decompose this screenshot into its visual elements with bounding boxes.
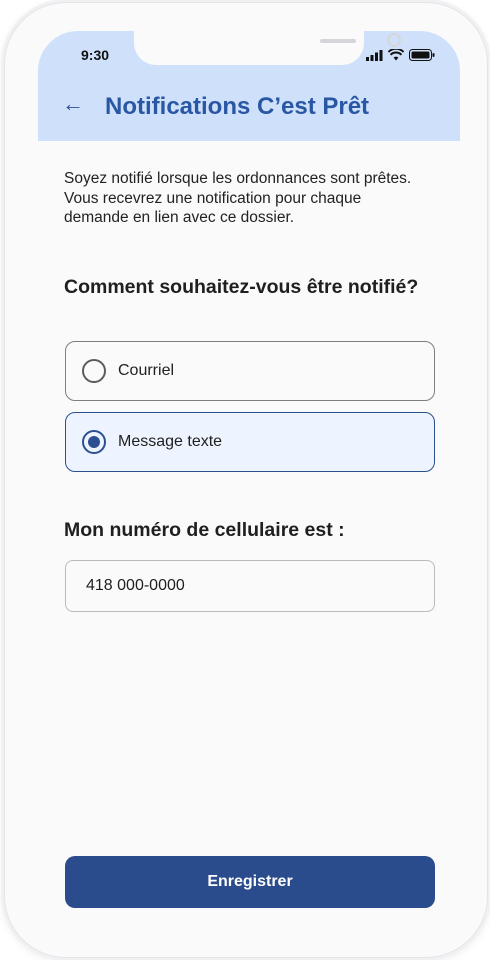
option-email-label: Courriel <box>118 362 175 379</box>
speaker-grille <box>320 39 356 43</box>
page-title: Notifications C’est Prêt <box>105 93 370 120</box>
signal-icon <box>366 48 383 66</box>
save-button[interactable]: Enregistrer <box>65 856 435 908</box>
phone-frame: 9:30 ← Notifications C’est Prêt Soyez no… <box>4 2 488 958</box>
wifi-icon <box>387 47 405 66</box>
back-arrow-icon[interactable]: ← <box>62 93 84 115</box>
phone-number-heading: Mon numéro de cellulaire est : <box>64 519 345 541</box>
front-camera <box>387 33 401 47</box>
radio-unselected-icon[interactable] <box>82 359 106 383</box>
app-header: 9:30 ← Notifications C’est Prêt <box>38 31 460 141</box>
app-screen: 9:30 ← Notifications C’est Prêt Soyez no… <box>38 31 460 939</box>
status-time: 9:30 <box>81 47 110 63</box>
radio-selected-icon[interactable] <box>82 430 106 454</box>
notification-method-question: Comment souhaitez-vous être notifié? <box>64 276 419 298</box>
phone-number-input[interactable] <box>65 560 435 612</box>
intro-text: Soyez notifié lorsque les ordonnances so… <box>64 170 412 226</box>
radio-dot <box>88 436 100 448</box>
option-text-message-label: Message texte <box>118 433 223 450</box>
battery-icon <box>409 48 435 66</box>
device-notch <box>134 31 401 65</box>
status-icons <box>366 47 435 66</box>
option-email[interactable]: Courriel <box>65 341 435 401</box>
option-text-message[interactable]: Message texte <box>65 412 435 472</box>
